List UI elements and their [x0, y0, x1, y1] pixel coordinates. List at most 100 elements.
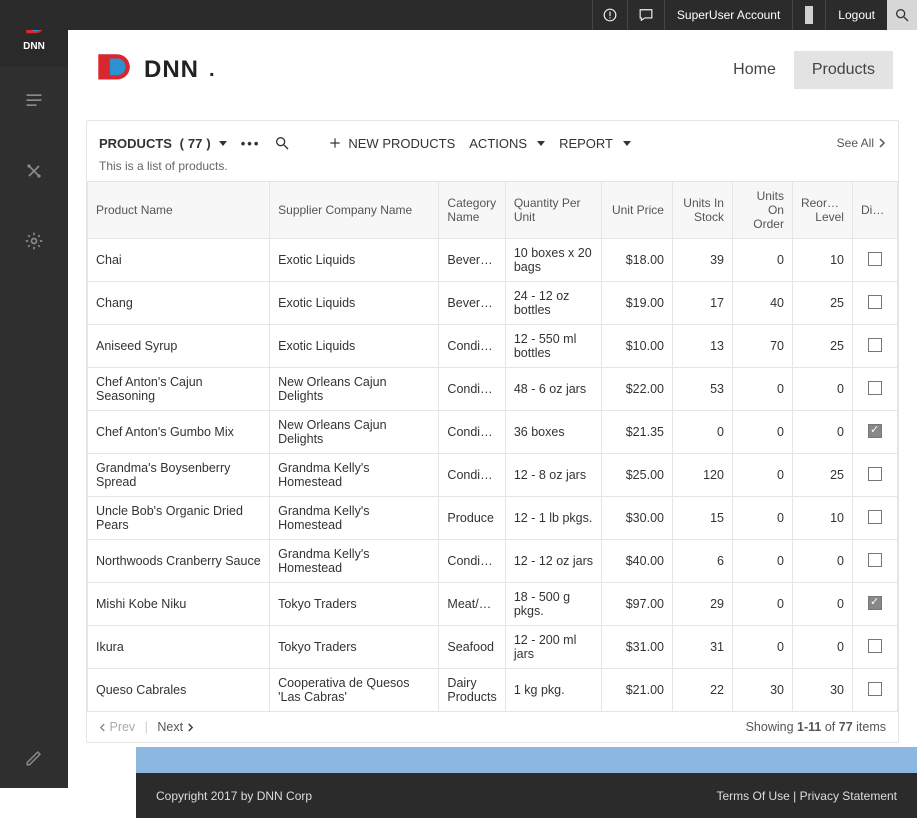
logout-button[interactable]: Logout: [825, 0, 887, 30]
nav-products[interactable]: Products: [794, 51, 893, 89]
report-dropdown[interactable]: REPORT: [559, 136, 631, 151]
table-row[interactable]: Queso CabralesCooperativa de Quesos 'Las…: [88, 669, 898, 712]
more-options-button[interactable]: •••: [241, 136, 261, 151]
account-link[interactable]: SuperUser Account: [664, 0, 792, 30]
cell-discontinued[interactable]: [852, 411, 897, 454]
table-row[interactable]: ChangExotic LiquidsBeverages24 - 12 oz b…: [88, 282, 898, 325]
col-discontinued[interactable]: Discon.: [852, 182, 897, 239]
col-units-on-order[interactable]: Units On Order: [732, 182, 792, 239]
pager-summary: Showing 1-11 of 77 items: [746, 720, 886, 734]
col-product-name[interactable]: Product Name: [88, 182, 270, 239]
caret-down-icon: [537, 141, 545, 146]
panel-description: This is a list of products.: [87, 159, 898, 181]
table-row[interactable]: Northwoods Cranberry SauceGrandma Kelly'…: [88, 540, 898, 583]
cell-reorder: 30: [792, 669, 852, 712]
cell-discontinued[interactable]: [852, 325, 897, 368]
col-supplier[interactable]: Supplier Company Name: [270, 182, 439, 239]
cell-reorder: 0: [792, 540, 852, 583]
cell-category: Condime...: [439, 368, 505, 411]
cell-supplier: Exotic Liquids: [270, 325, 439, 368]
cell-stock: 13: [672, 325, 732, 368]
cell-discontinued[interactable]: [852, 454, 897, 497]
cell-category: Condime...: [439, 540, 505, 583]
pager-next[interactable]: Next: [157, 720, 183, 734]
pager-prev[interactable]: Prev: [109, 720, 135, 734]
brand-logo-icon: [92, 48, 134, 93]
checkbox-icon: [868, 381, 882, 395]
checkbox-icon: [868, 510, 882, 524]
table-row[interactable]: ChaiExotic LiquidsBeverages10 boxes x 20…: [88, 239, 898, 282]
checkbox-icon: [868, 682, 882, 696]
new-products-button[interactable]: NEW PRODUCTS: [328, 136, 455, 151]
col-unit-price[interactable]: Unit Price: [602, 182, 673, 239]
checkbox-icon: [868, 467, 882, 481]
cell-supplier: Exotic Liquids: [270, 282, 439, 325]
cell-discontinued[interactable]: [852, 239, 897, 282]
col-category[interactable]: Category Name: [439, 182, 505, 239]
cell-discontinued[interactable]: [852, 669, 897, 712]
cell-product-name: Uncle Bob's Organic Dried Pears: [88, 497, 270, 540]
table-row[interactable]: Aniseed SyrupExotic LiquidsCondime...12 …: [88, 325, 898, 368]
main-nav: Home Products: [715, 51, 893, 89]
plus-icon: [328, 136, 342, 150]
cell-stock: 39: [672, 239, 732, 282]
cell-category: Condime...: [439, 454, 505, 497]
cell-reorder: 10: [792, 239, 852, 282]
avatar[interactable]: [792, 0, 825, 30]
cell-stock: 120: [672, 454, 732, 497]
col-qty-per-unit[interactable]: Quantity Per Unit: [505, 182, 601, 239]
cell-order: 30: [732, 669, 792, 712]
privacy-link[interactable]: Privacy Statement: [800, 789, 897, 803]
cell-price: $31.00: [602, 626, 673, 669]
cell-qpu: 12 - 200 ml jars: [505, 626, 601, 669]
cell-discontinued[interactable]: [852, 282, 897, 325]
col-reorder-level[interactable]: Reorder Level: [792, 182, 852, 239]
cell-order: 0: [732, 411, 792, 454]
table-row[interactable]: Grandma's Boysenberry SpreadGrandma Kell…: [88, 454, 898, 497]
cell-order: 0: [732, 368, 792, 411]
cell-category: Beverages: [439, 239, 505, 282]
terms-link[interactable]: Terms Of Use: [716, 789, 789, 803]
table-row[interactable]: IkuraTokyo TradersSeafood12 - 200 ml jar…: [88, 626, 898, 669]
cell-stock: 6: [672, 540, 732, 583]
cell-reorder: 25: [792, 282, 852, 325]
cell-reorder: 0: [792, 368, 852, 411]
cell-stock: 17: [672, 282, 732, 325]
messages-button[interactable]: [627, 0, 664, 30]
cell-order: 40: [732, 282, 792, 325]
see-all-link[interactable]: See All: [837, 136, 886, 150]
notifications-button[interactable]: [592, 0, 627, 30]
cell-category: Beverages: [439, 282, 505, 325]
cell-supplier: New Orleans Cajun Delights: [270, 411, 439, 454]
cell-product-name: Chang: [88, 282, 270, 325]
table-row[interactable]: Mishi Kobe NikuTokyo TradersMeat/Po...18…: [88, 583, 898, 626]
cell-discontinued[interactable]: [852, 626, 897, 669]
cell-price: $97.00: [602, 583, 673, 626]
table-row[interactable]: Uncle Bob's Organic Dried PearsGrandma K…: [88, 497, 898, 540]
cell-supplier: Grandma Kelly's Homestead: [270, 497, 439, 540]
cell-supplier: New Orleans Cajun Delights: [270, 368, 439, 411]
cell-product-name: Ikura: [88, 626, 270, 669]
nav-home[interactable]: Home: [715, 51, 794, 89]
chevron-right-icon: [878, 138, 886, 148]
col-units-in-stock[interactable]: Units In Stock: [672, 182, 732, 239]
cell-reorder: 25: [792, 454, 852, 497]
sidebar-settings-button[interactable]: [0, 206, 68, 276]
sidebar-edit-button[interactable]: [0, 728, 68, 788]
table-row[interactable]: Chef Anton's Cajun SeasoningNew Orleans …: [88, 368, 898, 411]
cell-discontinued[interactable]: [852, 583, 897, 626]
sidebar-content-button[interactable]: [0, 66, 68, 136]
cell-supplier: Grandma Kelly's Homestead: [270, 540, 439, 583]
cell-price: $21.35: [602, 411, 673, 454]
actions-dropdown[interactable]: ACTIONS: [469, 136, 545, 151]
cell-discontinued[interactable]: [852, 540, 897, 583]
cell-reorder: 0: [792, 583, 852, 626]
toolbar-search-button[interactable]: [274, 135, 290, 151]
sidebar-tools-button[interactable]: [0, 136, 68, 206]
cell-discontinued[interactable]: [852, 497, 897, 540]
cell-order: 0: [732, 626, 792, 669]
topbar-search-button[interactable]: [887, 0, 917, 30]
cell-discontinued[interactable]: [852, 368, 897, 411]
table-row[interactable]: Chef Anton's Gumbo MixNew Orleans Cajun …: [88, 411, 898, 454]
view-selector[interactable]: PRODUCTS (77): [99, 136, 227, 151]
